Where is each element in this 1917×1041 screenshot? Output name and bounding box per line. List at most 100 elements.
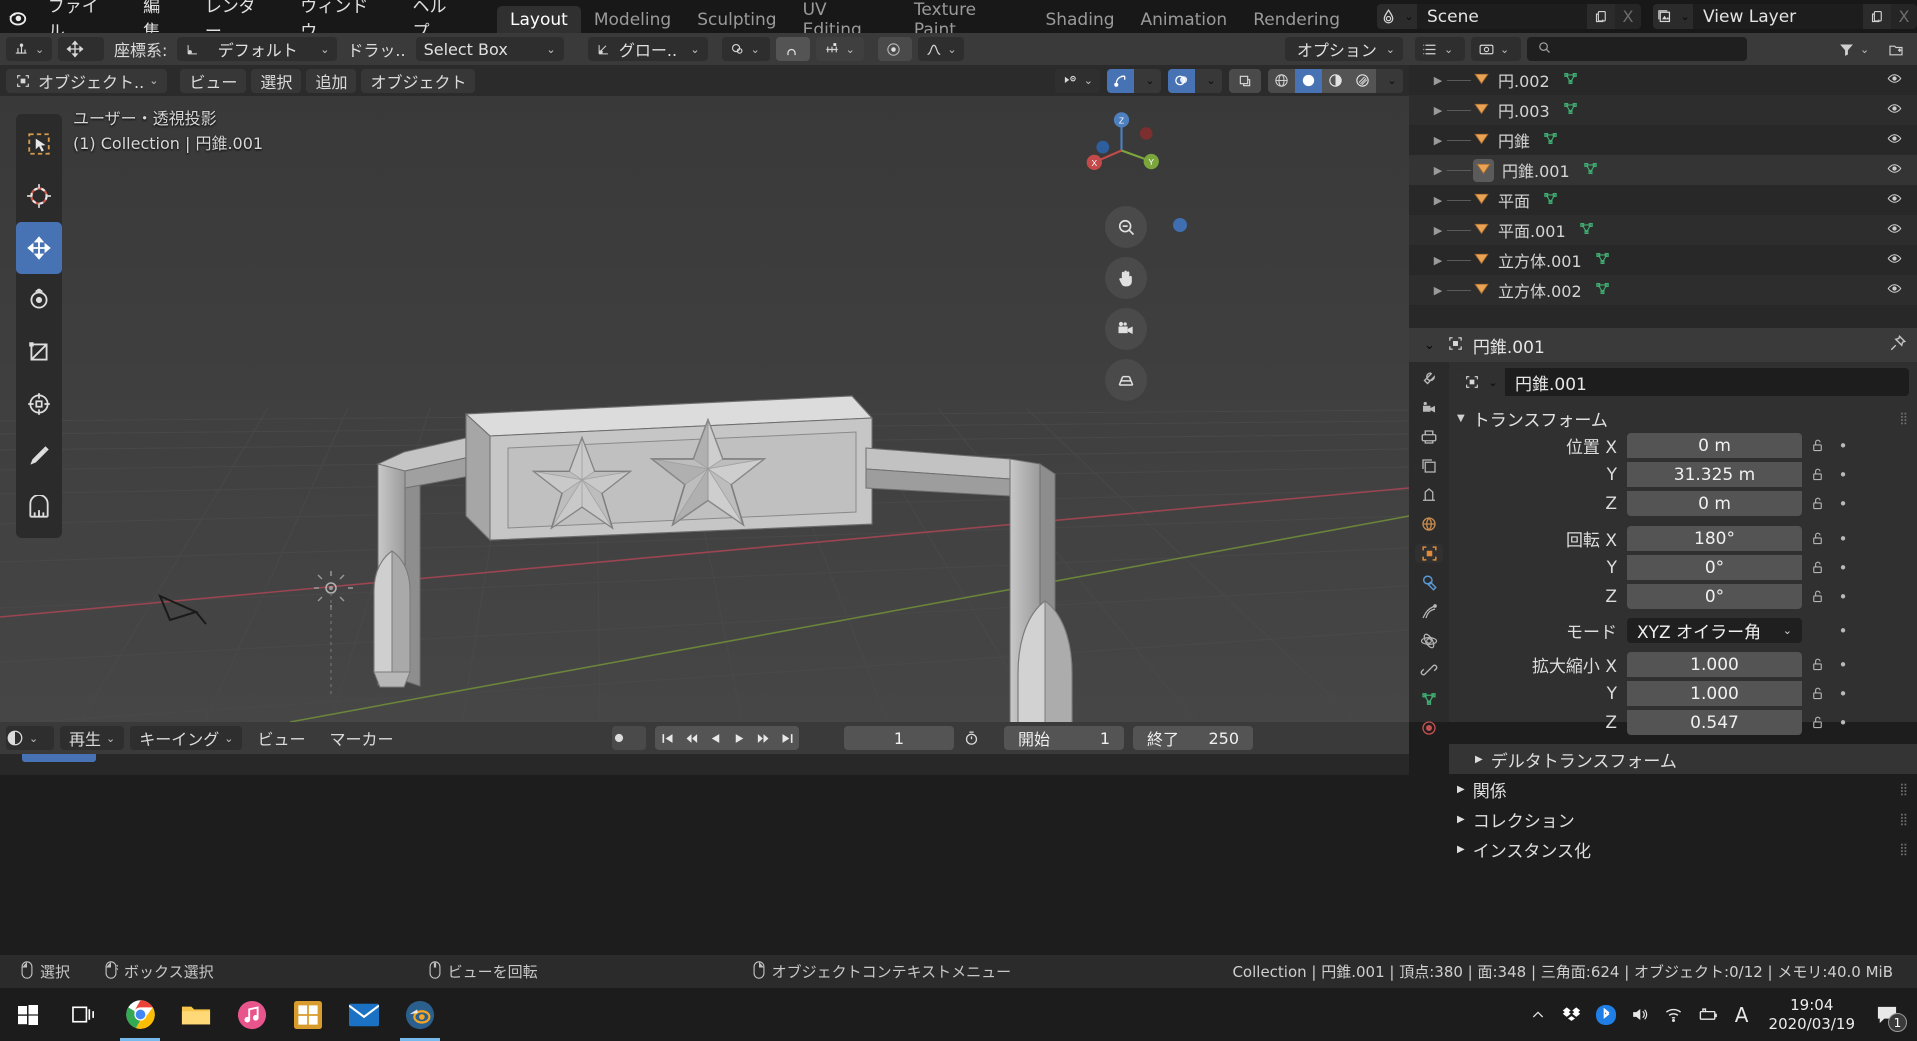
proportional-toggle-icon[interactable] xyxy=(877,37,912,61)
physics-tab-icon[interactable] xyxy=(1415,632,1443,650)
timeline-menu-view[interactable]: ビュー xyxy=(248,726,314,750)
toggle-perspective-icon[interactable] xyxy=(1105,359,1147,401)
rotation-y-input[interactable]: 0° xyxy=(1627,555,1802,580)
menu-window[interactable]: ウィンドウ xyxy=(286,0,398,42)
animate-property-dot-icon[interactable]: • xyxy=(1832,495,1854,513)
jump-end-icon[interactable] xyxy=(775,726,799,750)
navigation-gizmo[interactable]: Z X Y xyxy=(1079,108,1164,193)
material-tab-icon[interactable] xyxy=(1415,719,1443,737)
collections-panel[interactable]: ▶ コレクション ⣿ xyxy=(1457,804,1909,834)
outliner-item-4[interactable]: ▶ 平面 xyxy=(1409,185,1917,215)
proportional-edit-icon[interactable]: ⌄ xyxy=(721,37,770,61)
tab-animation[interactable]: Animation xyxy=(1128,6,1241,33)
tab-uv-editing[interactable]: UV Editing xyxy=(790,0,901,40)
rotate-tool-icon[interactable] xyxy=(16,274,62,326)
mail-icon[interactable] xyxy=(336,988,392,1041)
options-dropdown[interactable]: オプション ⌄ xyxy=(1285,37,1403,61)
modifier-tab-icon[interactable] xyxy=(1415,574,1443,592)
rendered-shading-icon[interactable] xyxy=(1349,68,1376,93)
tab-rendering[interactable]: Rendering xyxy=(1240,6,1353,33)
scale-x-input[interactable]: 1.000 xyxy=(1627,652,1802,677)
jump-start-icon[interactable] xyxy=(655,726,679,750)
pin-icon[interactable] xyxy=(1889,334,1907,356)
expand-arrow-icon[interactable]: ▶ xyxy=(1429,164,1447,177)
next-keyframe-icon[interactable] xyxy=(751,726,775,750)
outliner-item-7[interactable]: ▶ 立方体.002 xyxy=(1409,275,1917,305)
visibility-eye-icon[interactable] xyxy=(1886,251,1903,270)
rotation-mode-dropdown[interactable]: XYZ オイラー角 ⌄ xyxy=(1627,618,1802,643)
move-tool-icon[interactable] xyxy=(58,37,104,61)
3d-viewport[interactable]: ユーザー・透視投影 (1) Collection | 円錐.001 Z X Y xyxy=(0,96,1409,722)
scale-y-input[interactable]: 1.000 xyxy=(1627,681,1802,706)
cursor-tool-icon[interactable] xyxy=(16,170,62,222)
drag-action-dropdown[interactable]: Select Box ⌄ xyxy=(415,37,564,61)
file-explorer-icon[interactable] xyxy=(168,988,224,1041)
tool-tab-icon[interactable] xyxy=(1415,370,1443,388)
expand-arrow-icon[interactable]: ▶ xyxy=(1429,254,1447,267)
lock-icon[interactable] xyxy=(1802,589,1832,604)
outliner-item-6[interactable]: ▶ 立方体.001 xyxy=(1409,245,1917,275)
delta-transform-panel[interactable]: ▶ デルタトランスフォーム xyxy=(1449,744,1917,774)
expand-arrow-icon[interactable]: ▶ xyxy=(1429,194,1447,207)
windows-start-icon[interactable] xyxy=(0,988,56,1041)
gizmo-options-chevron-down-icon[interactable]: ⌄ xyxy=(1134,68,1161,93)
tab-modeling[interactable]: Modeling xyxy=(581,6,684,33)
tweak-select-tool-icon[interactable] xyxy=(16,118,62,170)
timeline-menu-playback[interactable]: 再生 ⌄ xyxy=(60,726,125,750)
snap-to-dropdown[interactable]: グロー.. ⌄ xyxy=(587,37,708,61)
scale-tool-icon[interactable] xyxy=(16,326,62,378)
lock-icon[interactable] xyxy=(1802,657,1832,672)
visibility-eye-icon[interactable] xyxy=(1886,131,1903,150)
volume-icon[interactable] xyxy=(1623,988,1657,1041)
visibility-eye-icon[interactable] xyxy=(1886,191,1903,210)
blender-taskbar-icon[interactable] xyxy=(392,988,448,1041)
animate-property-dot-icon[interactable]: • xyxy=(1832,588,1854,606)
taskbar-clock[interactable]: 19:04 2020/03/19 xyxy=(1759,996,1865,1034)
object-data-tab-icon[interactable] xyxy=(1415,690,1443,708)
rotation-x-input[interactable]: 180° xyxy=(1627,526,1802,551)
gizmo-icon[interactable] xyxy=(1107,68,1134,93)
animate-property-dot-icon[interactable]: • xyxy=(1832,437,1854,455)
lock-icon[interactable] xyxy=(1802,715,1832,730)
lock-icon[interactable] xyxy=(1802,467,1832,482)
visibility-eye-icon[interactable] xyxy=(1886,281,1903,300)
visibility-eye-icon[interactable] xyxy=(1886,71,1903,90)
new-view-layer-icon[interactable] xyxy=(1863,4,1891,29)
visibility-eye-icon[interactable] xyxy=(1886,161,1903,180)
chrome-icon[interactable] xyxy=(112,988,168,1041)
expand-arrow-icon[interactable]: ▶ xyxy=(1429,134,1447,147)
object-visibility-icon[interactable]: ⌄ xyxy=(1054,68,1100,93)
rotation-z-input[interactable]: 0° xyxy=(1627,584,1802,609)
playhead-marker[interactable] xyxy=(22,754,96,762)
auto-keying-icon[interactable] xyxy=(612,726,646,750)
outliner-item-3[interactable]: ▶ 円錐.001 xyxy=(1409,155,1917,185)
animate-property-dot-icon[interactable]: • xyxy=(1832,530,1854,548)
object-icon[interactable]: ⌄ xyxy=(1457,368,1505,396)
tab-sculpting[interactable]: Sculpting xyxy=(684,6,789,33)
object-tab-icon[interactable] xyxy=(1415,544,1443,563)
animate-property-dot-icon[interactable]: • xyxy=(1832,466,1854,484)
current-frame-input[interactable]: 1 xyxy=(844,726,954,750)
editor-type-icon[interactable]: ⌄ xyxy=(6,37,52,61)
show-hidden-icons-icon[interactable] xyxy=(1521,988,1555,1041)
battery-icon[interactable] xyxy=(1691,988,1725,1041)
menu-file[interactable]: ファイル xyxy=(34,0,129,42)
animate-property-dot-icon[interactable]: • xyxy=(1832,656,1854,674)
dropbox-icon[interactable] xyxy=(1555,988,1589,1041)
overlays-icon[interactable] xyxy=(1168,68,1195,93)
play-icon[interactable] xyxy=(727,726,751,750)
animate-property-dot-icon[interactable]: • xyxy=(1832,559,1854,577)
bluetooth-icon[interactable] xyxy=(1589,988,1623,1041)
notifications-icon[interactable]: 1 xyxy=(1865,988,1909,1041)
material-preview-icon[interactable] xyxy=(1322,68,1349,93)
constraints-tab-icon[interactable] xyxy=(1415,661,1443,679)
move-tool-icon[interactable] xyxy=(16,222,62,274)
viewport-menu-add[interactable]: 追加 xyxy=(306,68,357,93)
transform-tool-icon[interactable] xyxy=(16,378,62,430)
location-y-input[interactable]: 31.325 m xyxy=(1627,462,1802,487)
lock-icon[interactable] xyxy=(1802,531,1832,546)
outliner-item-5[interactable]: ▶ 平面.001 xyxy=(1409,215,1917,245)
menu-render[interactable]: レンダー xyxy=(191,0,286,42)
outliner-display-icon[interactable]: ⌄ xyxy=(1415,37,1465,61)
shading-options-chevron-down-icon[interactable]: ⌄ xyxy=(1376,68,1403,93)
